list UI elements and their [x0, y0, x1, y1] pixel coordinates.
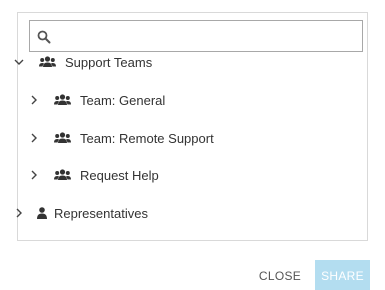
share-button[interactable]: SHARE — [315, 260, 370, 290]
chevron-down-icon[interactable] — [13, 56, 25, 68]
close-button[interactable]: CLOSE — [252, 260, 308, 290]
tree-node-label: Team: Remote Support — [80, 130, 214, 146]
group-icon — [54, 132, 71, 144]
group-icon — [54, 169, 71, 181]
tree-node-label: Team: General — [80, 92, 166, 108]
search-icon — [37, 30, 51, 44]
chevron-right-icon[interactable] — [28, 132, 40, 144]
chevron-right-icon[interactable] — [28, 169, 40, 181]
group-icon — [54, 94, 71, 106]
tree-node-support-teams[interactable]: Support Teams — [13, 50, 152, 74]
user-icon — [37, 207, 47, 219]
tree-node-team-general[interactable]: Team: General — [28, 88, 165, 112]
tree-node-label: Support Teams — [65, 54, 153, 70]
search-input[interactable] — [29, 20, 363, 52]
tree-node-label: Request Help — [80, 167, 159, 183]
tree-node-representatives[interactable]: Representatives — [13, 201, 148, 225]
tree-node-request-help[interactable]: Request Help — [28, 163, 159, 187]
tree-node-label: Representatives — [54, 205, 148, 221]
group-icon — [39, 56, 56, 68]
chevron-right-icon[interactable] — [28, 94, 40, 106]
chevron-right-icon[interactable] — [13, 207, 25, 219]
tree-node-team-remote-support[interactable]: Team: Remote Support — [28, 126, 214, 150]
